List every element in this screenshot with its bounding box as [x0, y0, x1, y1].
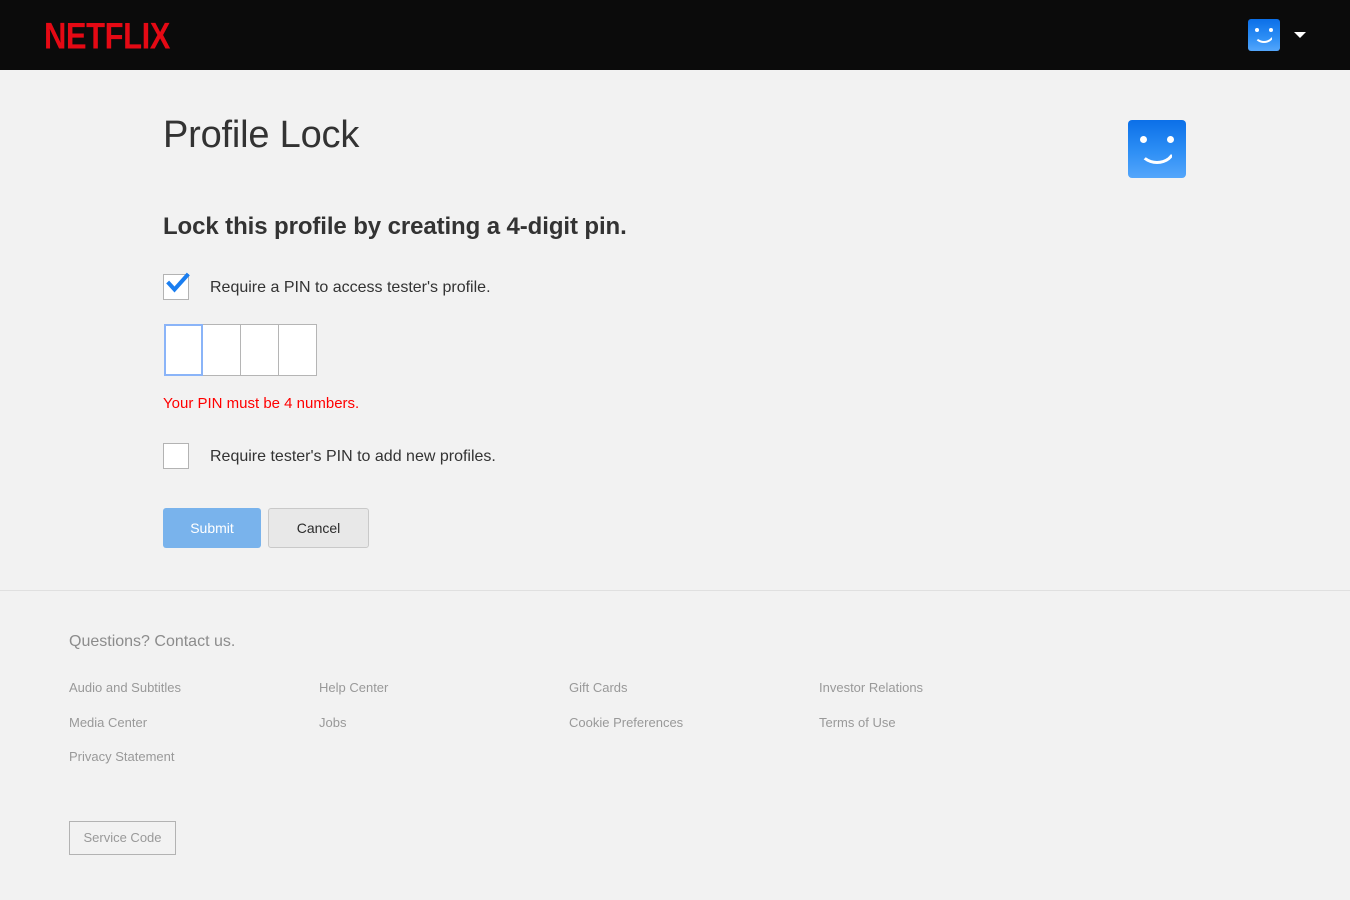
footer-column-2: Help Center Jobs [319, 680, 569, 784]
pin-error-message: Your PIN must be 4 numbers. [163, 395, 360, 413]
netflix-logo[interactable]: NETFLIX [44, 17, 170, 54]
pin-input-1[interactable] [164, 324, 203, 377]
footer-column-4: Investor Relations Terms of Use [819, 680, 1069, 784]
footer-link-gift-cards[interactable]: Gift Cards [569, 680, 819, 696]
require-pin-new-profiles-checkbox-row[interactable]: Require tester's PIN to add new profiles… [163, 443, 1187, 470]
site-header: NETFLIX [0, 0, 1350, 70]
footer-column-1: Audio and Subtitles Media Center Privacy… [69, 680, 319, 784]
footer-column-3: Gift Cards Cookie Preferences [569, 680, 819, 784]
header-account-menu[interactable] [1248, 19, 1306, 51]
require-pin-new-profiles-checkbox-label: Require tester's PIN to add new profiles… [210, 447, 496, 465]
require-pin-new-profiles-checkbox[interactable] [163, 443, 189, 470]
footer-link-privacy-statement[interactable]: Privacy Statement [69, 749, 319, 765]
footer-link-investor-relations[interactable]: Investor Relations [819, 680, 1069, 696]
footer-link-audio-and-subtitles[interactable]: Audio and Subtitles [69, 680, 319, 696]
footer-link-media-center[interactable]: Media Center [69, 715, 319, 731]
main-content: Profile Lock Lock this profile by creati… [0, 70, 1350, 590]
avatar-eye-right [1268, 27, 1273, 33]
service-code-button[interactable]: Service Code [69, 820, 176, 855]
footer-link-jobs[interactable]: Jobs [319, 715, 569, 731]
require-pin-checkbox[interactable] [163, 272, 190, 301]
require-pin-checkbox-label: Require a PIN to access tester's profile… [210, 278, 491, 296]
checkmark-icon [166, 272, 190, 293]
avatar-smile [1254, 34, 1274, 44]
submit-button[interactable]: Submit [163, 508, 261, 549]
pin-input-group[interactable] [164, 324, 1187, 377]
site-footer: Questions? Contact us. Audio and Subtitl… [0, 590, 1350, 855]
pin-input-3[interactable] [240, 324, 279, 377]
section-subheading: Lock this profile by creating a 4-digit … [163, 213, 627, 240]
require-pin-checkbox-row[interactable]: Require a PIN to access tester's profile… [163, 272, 1187, 301]
page-title: Profile Lock [163, 114, 360, 156]
avatar-eye-left [1255, 27, 1260, 33]
footer-link-columns: Audio and Subtitles Media Center Privacy… [69, 680, 1350, 784]
footer-link-cookie-preferences[interactable]: Cookie Preferences [569, 715, 819, 731]
profile-avatar-smiley-icon[interactable] [1248, 19, 1280, 51]
pin-input-4[interactable] [278, 324, 317, 377]
form-actions: Submit Cancel [163, 508, 1187, 549]
pin-input-2[interactable] [202, 324, 241, 377]
title-row: Profile Lock [163, 112, 1187, 178]
footer-contact-heading: Questions? Contact us. [69, 633, 236, 650]
profile-avatar-smiley-icon-large [1128, 120, 1186, 178]
avatar-eye-left [1140, 136, 1148, 144]
footer-link-help-center[interactable]: Help Center [319, 680, 569, 696]
chevron-down-icon[interactable] [1294, 32, 1306, 38]
cancel-button[interactable]: Cancel [268, 508, 369, 549]
avatar-smile [1139, 147, 1175, 165]
avatar-eye-right [1166, 136, 1174, 144]
footer-link-terms-of-use[interactable]: Terms of Use [819, 715, 1069, 731]
